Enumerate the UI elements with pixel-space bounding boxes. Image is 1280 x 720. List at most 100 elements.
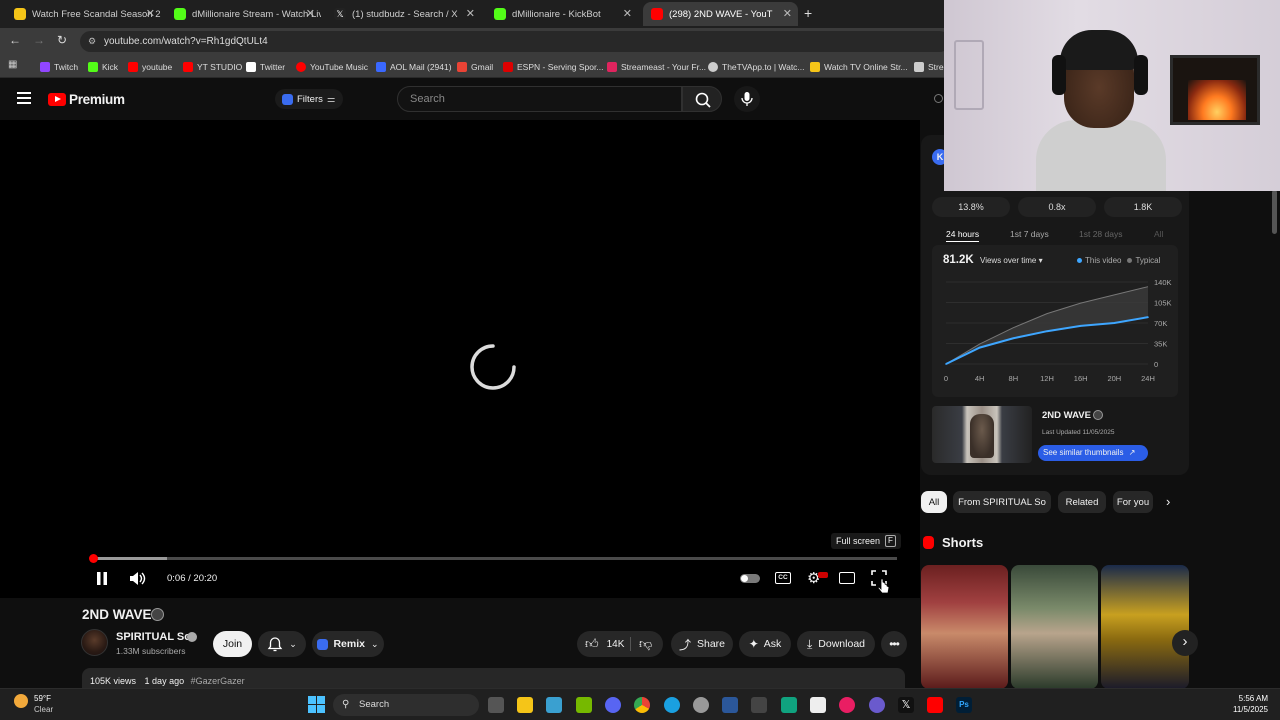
bookmark-youtube-music[interactable]: YouTube Music	[296, 59, 368, 74]
scrubber-handle[interactable]	[89, 554, 98, 563]
filters-label: Filters	[297, 93, 323, 105]
nvidia-icon[interactable]	[576, 697, 592, 713]
edge-icon[interactable]	[664, 697, 680, 713]
apps-grid-icon[interactable]: ▦	[8, 59, 17, 70]
close-icon[interactable]: ✕	[783, 7, 792, 20]
new-tab-icon[interactable]: +	[804, 5, 812, 21]
bookmark-streameast[interactable]: Streameast - Your Fr...	[607, 59, 706, 74]
weather-icon[interactable]	[14, 694, 28, 708]
short-thumbnail[interactable]	[1011, 565, 1098, 689]
bookmark-yt-studio[interactable]: YT STUDIO	[183, 59, 242, 74]
theater-mode-icon[interactable]	[839, 572, 855, 584]
chip-from-channel[interactable]: From SPIRITUAL So	[953, 491, 1051, 513]
clock-date[interactable]: 11/5/2025	[1218, 705, 1268, 714]
short-thumbnail[interactable]	[1101, 565, 1189, 689]
browser-tab-3[interactable]: 𝕏 (1) studbudz - Search / X ✕	[326, 2, 481, 26]
chatgpt-icon[interactable]	[781, 697, 797, 713]
app-icon[interactable]	[810, 697, 826, 713]
join-button[interactable]: Join	[213, 631, 252, 657]
forward-icon[interactable]: →	[33, 33, 45, 47]
site-info-icon[interactable]: ⚙	[88, 31, 96, 52]
short-thumbnail[interactable]	[921, 565, 1008, 689]
search-button[interactable]	[682, 86, 722, 112]
back-icon[interactable]: ←	[9, 33, 21, 47]
ask-button[interactable]: ✦ Ask	[739, 631, 791, 657]
bookmark-aol-mail[interactable]: AOL Mail (2941)	[376, 59, 452, 74]
notifications-button[interactable]: ⌄	[258, 631, 306, 657]
media-player-icon[interactable]	[839, 697, 855, 713]
video-thumbnail[interactable]	[932, 406, 1032, 463]
chip-for-you[interactable]: For you	[1113, 491, 1153, 513]
pause-button[interactable]	[96, 572, 108, 590]
search-input[interactable]: Search	[397, 86, 682, 112]
chip-all[interactable]: All	[921, 491, 947, 513]
more-actions-button[interactable]: •••	[881, 631, 907, 657]
description-box[interactable]: 105K views 1 day ago #GazerGazer	[82, 668, 905, 688]
chrome-icon[interactable]	[634, 697, 650, 713]
windows-start-icon[interactable]	[308, 696, 325, 713]
discord-icon[interactable]	[605, 697, 621, 713]
premium-logo-text[interactable]: Premium	[69, 92, 125, 107]
remix-button[interactable]: Remix ⌄	[312, 631, 384, 657]
bookmark-espn[interactable]: ESPN - Serving Spor...	[503, 59, 603, 74]
browser-tab-active[interactable]: (298) 2ND WAVE - YouT ✕	[643, 2, 798, 26]
bookmark-thetvapp[interactable]: TheTVApp.to | Watc...	[708, 59, 805, 74]
youtube-icon[interactable]	[927, 697, 943, 713]
dislike-icon[interactable]: 👎︎	[639, 636, 652, 652]
close-icon[interactable]: ✕	[146, 7, 155, 20]
autoplay-toggle[interactable]	[740, 574, 760, 583]
notepad-icon[interactable]	[546, 697, 562, 713]
shorts-next-button[interactable]: ›	[1172, 630, 1198, 656]
channel-name[interactable]: SPIRITUAL So	[116, 631, 191, 643]
channel-avatar[interactable]	[81, 629, 108, 656]
browser-tab-4[interactable]: dMillionaire - KickBot ✕	[486, 2, 638, 26]
close-icon[interactable]: ✕	[306, 7, 315, 20]
chart-mode-dropdown[interactable]: Views over time ▾	[980, 256, 1043, 265]
close-icon[interactable]: ✕	[466, 7, 475, 20]
see-similar-thumbnails-button[interactable]: See similar thumbnails ↗	[1038, 445, 1148, 461]
bookmark-kick[interactable]: Kick	[88, 59, 118, 74]
youtube-logo-icon[interactable]	[48, 93, 66, 106]
captions-icon[interactable]: CC	[775, 572, 791, 584]
bookmark-gmail[interactable]: Gmail	[457, 59, 493, 74]
download-button[interactable]: ⤓ Download	[797, 631, 875, 657]
tab-1st-28-days[interactable]: 1st 28 days	[1079, 229, 1122, 239]
chevron-right-icon[interactable]: ›	[1166, 494, 1170, 509]
share-button[interactable]: ⤴ Share	[671, 631, 733, 657]
close-icon[interactable]: ✕	[623, 7, 632, 20]
hashtag-link[interactable]: #GazerGazer	[191, 676, 245, 686]
browser-tab-2[interactable]: dMillionaire Stream - Watch Liv ✕	[166, 2, 321, 26]
like-icon[interactable]: 👍︎	[585, 636, 599, 652]
app-icon[interactable]	[869, 697, 885, 713]
photoshop-icon[interactable]: Ps	[956, 697, 972, 713]
scrollbar-thumb[interactable]	[1272, 190, 1277, 234]
volume-button[interactable]	[129, 571, 147, 591]
x-logo-icon[interactable]: 𝕏	[898, 697, 914, 713]
filters-button[interactable]: Filters ⚌	[275, 89, 343, 109]
file-explorer-icon[interactable]	[517, 697, 533, 713]
browser-tab-1[interactable]: Watch Free Scandal Season 2 TV ✕	[6, 2, 161, 26]
menu-icon[interactable]	[17, 92, 31, 104]
tab-24-hours[interactable]: 24 hours	[946, 229, 980, 242]
clock-time[interactable]: 5:56 AM	[1226, 694, 1268, 703]
like-count[interactable]: 14K	[607, 639, 625, 650]
reload-icon[interactable]: ↻	[57, 33, 67, 47]
progress-bar[interactable]	[92, 557, 897, 560]
obs-icon[interactable]	[693, 697, 709, 713]
video-player[interactable]	[0, 120, 920, 598]
word-icon[interactable]	[722, 697, 738, 713]
voice-search-button[interactable]	[734, 86, 760, 112]
capcut-icon[interactable]	[751, 697, 767, 713]
chip-related[interactable]: Related	[1058, 491, 1106, 513]
task-view-icon[interactable]	[488, 697, 504, 713]
bookmark-twitch[interactable]: Twitch	[40, 59, 78, 74]
weather-desc[interactable]: Clear	[34, 705, 53, 714]
bookmark-watch-tv[interactable]: Watch TV Online Str...	[810, 59, 908, 74]
weather-temp[interactable]: 59°F	[34, 694, 51, 703]
taskbar-search[interactable]: ⚲ Search	[333, 694, 479, 716]
tab-all[interactable]: All	[1154, 229, 1163, 239]
bookmark-youtube[interactable]: youtube	[128, 59, 172, 74]
url-field[interactable]: ⚙ youtube.com/watch?v=Rh1gdQtULt4	[80, 31, 950, 52]
tab-1st-7-days[interactable]: 1st 7 days	[1010, 229, 1049, 239]
bookmark-twitter[interactable]: Twitter	[246, 59, 285, 74]
